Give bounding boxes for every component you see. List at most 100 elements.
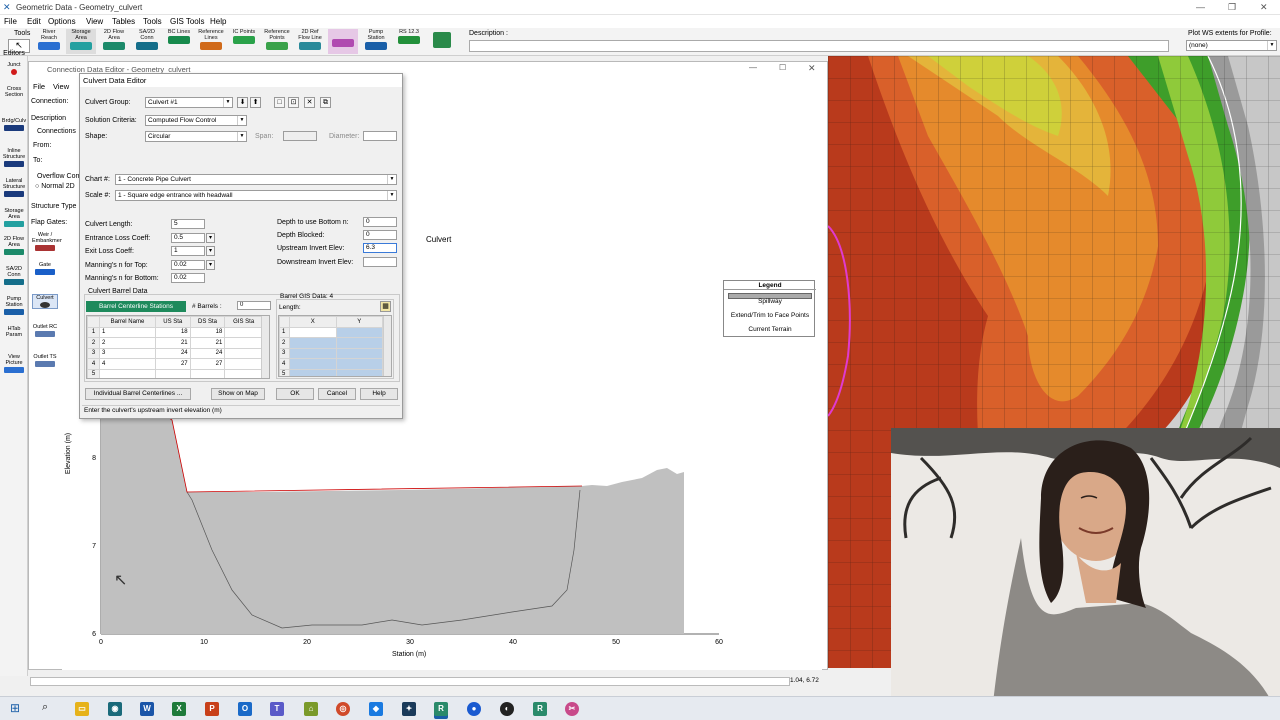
- move-down-icon[interactable]: ⬇: [237, 97, 248, 108]
- exit-loss-lookup-icon[interactable]: ▾: [206, 246, 215, 256]
- gis-table-scrollbar[interactable]: [383, 316, 391, 376]
- menu-view[interactable]: View: [86, 17, 103, 26]
- ic-points-button[interactable]: IC Points: [229, 29, 259, 54]
- teams-icon[interactable]: T: [270, 702, 284, 716]
- zoom-icon[interactable]: ●: [467, 702, 481, 716]
- entrance-loss-lookup-icon[interactable]: ▾: [206, 233, 215, 243]
- x-cell[interactable]: [289, 368, 337, 376]
- us-sta-cell[interactable]: 18: [154, 326, 191, 338]
- manning-bottom-input[interactable]: 0.02: [171, 273, 205, 283]
- file-explorer-icon[interactable]: ▭: [75, 702, 89, 716]
- rename-culvert-icon[interactable]: ⊡: [288, 97, 299, 108]
- description-input[interactable]: [469, 40, 1169, 52]
- y-cell[interactable]: [335, 368, 383, 376]
- individual-barrel-centerlines-button[interactable]: Individual Barrel Centerlines ...: [85, 388, 191, 400]
- weir-button[interactable]: Weir / Embankment: [32, 232, 64, 251]
- editor-sa-2d-conn-button[interactable]: SA/2D Conn: [1, 266, 27, 285]
- delete-culvert-icon[interactable]: ✕: [304, 97, 315, 108]
- copy-culvert-icon[interactable]: ⧉: [320, 97, 331, 108]
- gis-sta-cell[interactable]: [224, 326, 263, 338]
- dropbox-icon[interactable]: ◆: [369, 702, 383, 716]
- ds-sta-cell[interactable]: 24: [189, 347, 226, 359]
- depth-bottom-n-input[interactable]: 0: [363, 217, 397, 227]
- menu-tools[interactable]: Tools: [143, 17, 162, 26]
- storage-area-button[interactable]: Storage Area: [66, 29, 96, 54]
- upstream-invert-input[interactable]: 6.3: [363, 243, 397, 253]
- bc-lines-button[interactable]: BC Lines: [164, 29, 194, 54]
- ds-sta-cell[interactable]: 18: [189, 326, 226, 338]
- cde-menu-view[interactable]: View: [53, 82, 69, 91]
- editor-htab-button[interactable]: HTab Param: [1, 326, 27, 338]
- ds-sta-cell[interactable]: [189, 368, 226, 378]
- culvert-length-input[interactable]: 5: [171, 219, 205, 229]
- pump-station-button[interactable]: Pump Station: [361, 29, 391, 54]
- exit-loss-input[interactable]: 1: [171, 246, 205, 256]
- gis-table-edit-icon[interactable]: ▦: [380, 301, 391, 312]
- y-cell[interactable]: [335, 326, 383, 338]
- normal-2d-radio[interactable]: ○ Normal 2D: [35, 183, 75, 190]
- gate-button[interactable]: Gate: [32, 262, 58, 275]
- help-button[interactable]: Help: [360, 388, 398, 400]
- table-row[interactable]: 2 2 21 21: [87, 337, 263, 349]
- barrel-name-cell[interactable]: 3: [99, 347, 156, 359]
- background-map-button[interactable]: [427, 29, 457, 54]
- minimize-icon[interactable]: —: [1196, 2, 1205, 12]
- ok-button[interactable]: OK: [276, 388, 314, 400]
- 2d-flow-area-button[interactable]: 2D Flow Area: [99, 29, 129, 54]
- us-sta-cell[interactable]: 21: [154, 337, 191, 349]
- table-row[interactable]: 1 1 18 18: [87, 326, 263, 338]
- outlet-ts-button[interactable]: Outlet TS: [32, 354, 58, 367]
- scale-select[interactable]: 1 - Square edge entrance with headwall ▼: [115, 190, 397, 201]
- shape-select[interactable]: Circular ▼: [145, 131, 247, 142]
- editor-junct-button[interactable]: Junct: [1, 62, 27, 75]
- cde-minimize-icon[interactable]: —: [749, 63, 757, 72]
- span-input[interactable]: [283, 131, 317, 141]
- rs-button[interactable]: RS 12.3: [394, 29, 424, 54]
- snipping-icon[interactable]: ✂: [565, 702, 579, 716]
- table-row[interactable]: 2: [279, 337, 383, 349]
- us-sta-cell[interactable]: 27: [154, 358, 191, 370]
- x-cell[interactable]: [289, 358, 337, 370]
- x-cell[interactable]: [289, 347, 337, 359]
- table-row[interactable]: 4: [279, 358, 383, 370]
- y-cell[interactable]: [335, 358, 383, 370]
- menu-edit[interactable]: Edit: [27, 17, 41, 26]
- cde-close-icon[interactable]: ✕: [808, 63, 816, 74]
- close-icon[interactable]: ✕: [1260, 2, 1268, 13]
- manning-top-input[interactable]: 0.02: [171, 260, 205, 270]
- editor-view-picture-button[interactable]: View Picture: [1, 354, 27, 373]
- x-cell[interactable]: [289, 326, 337, 338]
- word-icon[interactable]: W: [140, 702, 154, 716]
- barrel-name-cell[interactable]: 1: [99, 326, 156, 338]
- us-sta-cell[interactable]: 24: [154, 347, 191, 359]
- solution-criteria-select[interactable]: Computed Flow Control ▼: [145, 115, 247, 126]
- gis-sta-cell[interactable]: [224, 337, 263, 349]
- barrel-stations-tab[interactable]: Barrel Centerline Stations: [86, 301, 186, 312]
- culvert-button[interactable]: Culvert: [32, 294, 58, 309]
- outlook-icon[interactable]: O: [238, 702, 252, 716]
- gis-app-icon[interactable]: ⌂: [304, 702, 318, 716]
- maximize-icon[interactable]: ❐: [1228, 2, 1236, 13]
- culvert-group-select[interactable]: Culvert #1 ▼: [145, 97, 233, 108]
- table-row[interactable]: 4 4 27 27: [87, 358, 263, 370]
- barrel-name-cell[interactable]: 4: [99, 358, 156, 370]
- editor-brdg-culv-button[interactable]: Brdg/Culv: [1, 118, 27, 131]
- editor-storage-area-button[interactable]: Storage Area: [1, 208, 27, 227]
- table-row[interactable]: 5: [279, 368, 383, 376]
- outlet-rc-button[interactable]: Outlet RC: [32, 324, 58, 337]
- barrel-table-scrollbar[interactable]: [261, 316, 269, 378]
- ds-sta-cell[interactable]: 21: [189, 337, 226, 349]
- table-row[interactable]: 3 3 24 24: [87, 347, 263, 359]
- chrome-icon[interactable]: ◎: [336, 702, 350, 716]
- browser-icon[interactable]: ◉: [108, 702, 122, 716]
- search-icon[interactable]: ⌕: [42, 701, 48, 714]
- depth-blocked-input[interactable]: 0: [363, 230, 397, 240]
- chart-select[interactable]: 1 - Concrete Pipe Culvert ▼: [115, 174, 397, 185]
- ds-sta-cell[interactable]: 27: [189, 358, 226, 370]
- menu-file[interactable]: File: [4, 17, 17, 26]
- diameter-input[interactable]: [363, 131, 397, 141]
- editor-inline-structure-button[interactable]: Inline Structure: [1, 148, 27, 167]
- table-row[interactable]: 1: [279, 326, 383, 338]
- obs-icon[interactable]: ◐: [500, 702, 514, 716]
- menu-gis-tools[interactable]: GIS Tools: [170, 17, 205, 26]
